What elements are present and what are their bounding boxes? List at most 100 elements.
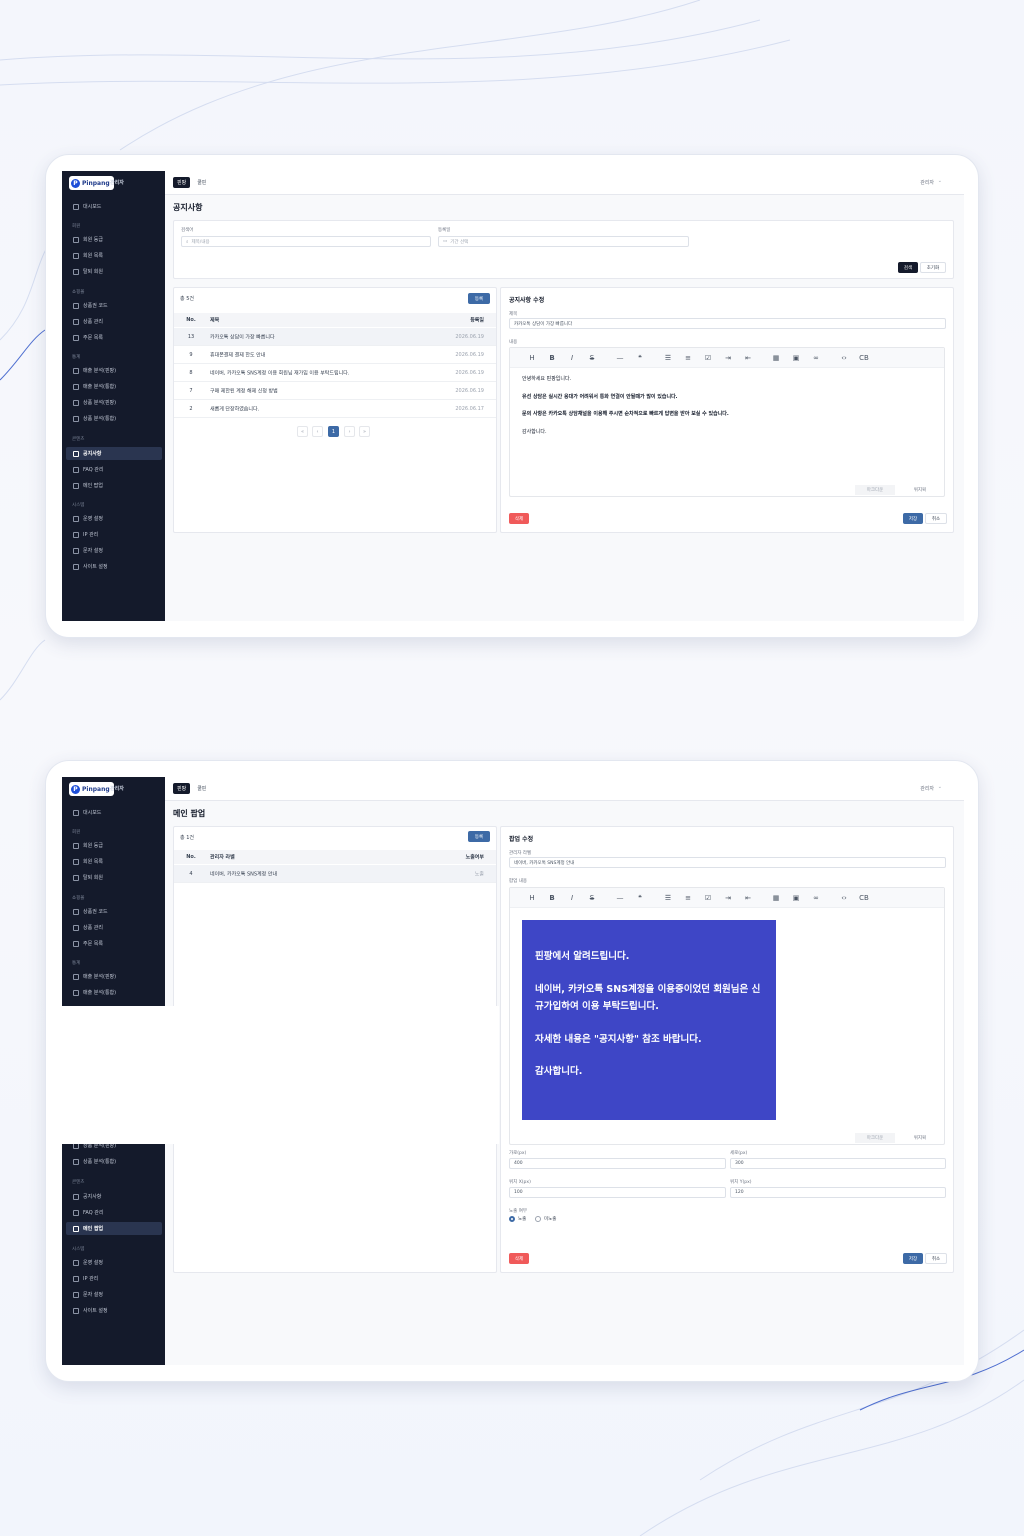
subject-input[interactable]: 카카오톡 상담이 가장 빠릅니다 — [509, 318, 946, 329]
editor-content[interactable]: 안녕하세요 핀팡입니다. 유선 상담은 실시간 응대가 어려워서 통화 연결이 … — [522, 376, 932, 446]
height-input[interactable]: 300 — [730, 1158, 946, 1169]
chevron-down-icon[interactable]: ⌄ — [938, 178, 942, 184]
date-range-input[interactable]: ▭ 기간 선택 — [438, 236, 689, 247]
sidebar-item-withdrawn[interactable]: 탈퇴 회원 — [66, 871, 162, 884]
sidebar-item-sms[interactable]: 문자 설정 — [66, 544, 162, 557]
tab-coolpin[interactable]: 쿨핀 — [193, 177, 211, 188]
sidebar-item-ip[interactable]: IP 관리 — [66, 528, 162, 541]
sidebar-item-member-list[interactable]: 회원 목록 — [66, 249, 162, 262]
ordered-list-icon[interactable]: ≡ — [678, 354, 698, 362]
table-icon[interactable]: ▦ — [766, 894, 786, 902]
sidebar-item-voucher-code[interactable]: 상품권 코드 — [66, 299, 162, 312]
heading-icon[interactable]: H — [522, 894, 542, 902]
visible-off-radio[interactable] — [535, 1216, 541, 1222]
register-button[interactable]: 등록 — [468, 831, 490, 842]
sidebar-item-product-total[interactable]: 상품 분석(통합) — [66, 1155, 162, 1168]
reset-button[interactable]: 초기화 — [920, 262, 946, 273]
bold-icon[interactable]: B — [542, 354, 562, 362]
rich-text-editor[interactable]: H B I S — ❝ ☰ ≡ ☑ ⇥ ⇤ ▦ ▣ ∞ ‹› CB — [509, 887, 945, 1145]
bullet-list-icon[interactable]: ☰ — [658, 894, 678, 902]
keyword-input[interactable]: ⌕ 제목/내용 — [181, 236, 431, 247]
link-icon[interactable]: ∞ — [806, 894, 826, 902]
sidebar-item-order-list[interactable]: 주문 목록 — [66, 331, 162, 344]
delete-button[interactable]: 삭제 — [509, 513, 529, 524]
quote-icon[interactable]: ❝ — [630, 354, 650, 362]
cancel-button[interactable]: 취소 — [925, 513, 947, 524]
sidebar-item-member-grade[interactable]: 회원 등급 — [66, 233, 162, 246]
brand-logo[interactable]: P Pinpang — [69, 176, 114, 190]
strike-icon[interactable]: S — [582, 354, 602, 362]
sidebar-item-member-grade[interactable]: 회원 등급 — [66, 839, 162, 852]
bullet-list-icon[interactable]: ☰ — [658, 354, 678, 362]
table-row[interactable]: 9 휴대폰결제 결제 한도 안내 2026.06.19 — [174, 346, 496, 364]
strike-icon[interactable]: S — [582, 894, 602, 902]
admin-label-input[interactable]: 네이버, 카카오톡 SNS계정 안내 — [509, 857, 946, 868]
indent-icon[interactable]: ⇥ — [718, 894, 738, 902]
hr-icon[interactable]: — — [610, 894, 630, 902]
bold-icon[interactable]: B — [542, 894, 562, 902]
table-row[interactable]: 4 네이버, 카카오톡 SNS계정 안내 노출 — [174, 865, 496, 883]
italic-icon[interactable]: I — [562, 354, 582, 362]
sidebar-item-member-list[interactable]: 회원 목록 — [66, 855, 162, 868]
image-icon[interactable]: ▣ — [786, 894, 806, 902]
sidebar-item-sales-pinpang[interactable]: 매출 분석(핀팡) — [66, 364, 162, 377]
task-icon[interactable]: ☑ — [698, 354, 718, 362]
sidebar-item-faq[interactable]: FAQ 관리 — [66, 1206, 162, 1219]
sidebar-item-voucher-code[interactable]: 상품권 코드 — [66, 905, 162, 918]
ordered-list-icon[interactable]: ≡ — [678, 894, 698, 902]
tab-coolpin[interactable]: 쿨핀 — [193, 783, 211, 794]
codeblock-icon[interactable]: CB — [854, 354, 874, 362]
quote-icon[interactable]: ❝ — [630, 894, 650, 902]
sidebar-item-ip[interactable]: IP 관리 — [66, 1272, 162, 1285]
wysiwyg-tab[interactable]: 위지윅 — [900, 1133, 940, 1143]
italic-icon[interactable]: I — [562, 894, 582, 902]
sidebar-item-site[interactable]: 사이트 설정 — [66, 1304, 162, 1317]
pos-x-input[interactable]: 100 — [509, 1187, 726, 1198]
user-menu[interactable]: 관리자 — [920, 785, 934, 792]
save-button[interactable]: 저장 — [903, 513, 923, 524]
table-icon[interactable]: ▦ — [766, 354, 786, 362]
heading-icon[interactable]: H — [522, 354, 542, 362]
brand-logo[interactable]: P Pinpang — [69, 782, 114, 796]
sidebar-item-site[interactable]: 사이트 설정 — [66, 560, 162, 573]
sidebar-item-operation[interactable]: 운영 설정 — [66, 512, 162, 525]
sidebar-item-main-popup[interactable]: 메인 팝업 — [66, 1222, 162, 1235]
codeblock-icon[interactable]: CB — [854, 894, 874, 902]
pagination-prev[interactable]: ‹ — [312, 426, 323, 437]
sidebar-item-sales-total[interactable]: 매출 분석(통합) — [66, 986, 162, 999]
sidebar-item-notice[interactable]: 공지사항 — [66, 447, 162, 460]
sidebar-item-main-popup[interactable]: 메인 팝업 — [66, 479, 162, 492]
tab-pinpang[interactable]: 핀팡 — [173, 783, 191, 794]
sidebar-item-product-mgmt[interactable]: 상품 관리 — [66, 921, 162, 934]
sidebar-item-faq[interactable]: FAQ 관리 — [66, 463, 162, 476]
search-button[interactable]: 검색 — [898, 262, 918, 273]
sidebar-item-sales-pinpang[interactable]: 매출 분석(핀팡) — [66, 970, 162, 983]
sidebar-item-dashboard[interactable]: 대시보드 — [66, 200, 162, 213]
pagination-last[interactable]: » — [359, 426, 370, 437]
sidebar-item-notice[interactable]: 공지사항 — [66, 1190, 162, 1203]
user-menu[interactable]: 관리자 — [920, 179, 934, 186]
code-icon[interactable]: ‹› — [834, 354, 854, 362]
width-input[interactable]: 400 — [509, 1158, 726, 1169]
hr-icon[interactable]: — — [610, 354, 630, 362]
chevron-down-icon[interactable]: ⌄ — [938, 784, 942, 790]
outdent-icon[interactable]: ⇤ — [738, 894, 758, 902]
wysiwyg-tab[interactable]: 위지윅 — [900, 485, 940, 495]
sidebar-item-dashboard[interactable]: 대시보드 — [66, 806, 162, 819]
pos-y-input[interactable]: 120 — [730, 1187, 946, 1198]
pagination-page-1[interactable]: 1 — [328, 426, 339, 437]
table-row[interactable]: 7 구매 제한된 계정 해제 신청 방법 2026.06.19 — [174, 382, 496, 400]
sidebar-item-withdrawn[interactable]: 탈퇴 회원 — [66, 265, 162, 278]
outdent-icon[interactable]: ⇤ — [738, 354, 758, 362]
indent-icon[interactable]: ⇥ — [718, 354, 738, 362]
tab-pinpang[interactable]: 핀팡 — [173, 177, 191, 188]
sidebar-item-sms[interactable]: 문자 설정 — [66, 1288, 162, 1301]
table-row[interactable]: 13 카카오톡 상담이 가장 빠릅니다 2026.06.19 — [174, 328, 496, 346]
table-row[interactable]: 2 새롭게 단장하였습니다. 2026.06.17 — [174, 400, 496, 418]
pagination-next[interactable]: › — [344, 426, 355, 437]
popup-preview-image[interactable]: 핀팡에서 알려드립니다. 네이버, 카카오톡 SNS계정을 이용중이었던 회원님… — [522, 920, 776, 1120]
register-button[interactable]: 등록 — [468, 293, 490, 304]
markdown-tab[interactable]: 마크다운 — [855, 1133, 895, 1143]
pagination-first[interactable]: « — [297, 426, 308, 437]
task-icon[interactable]: ☑ — [698, 894, 718, 902]
